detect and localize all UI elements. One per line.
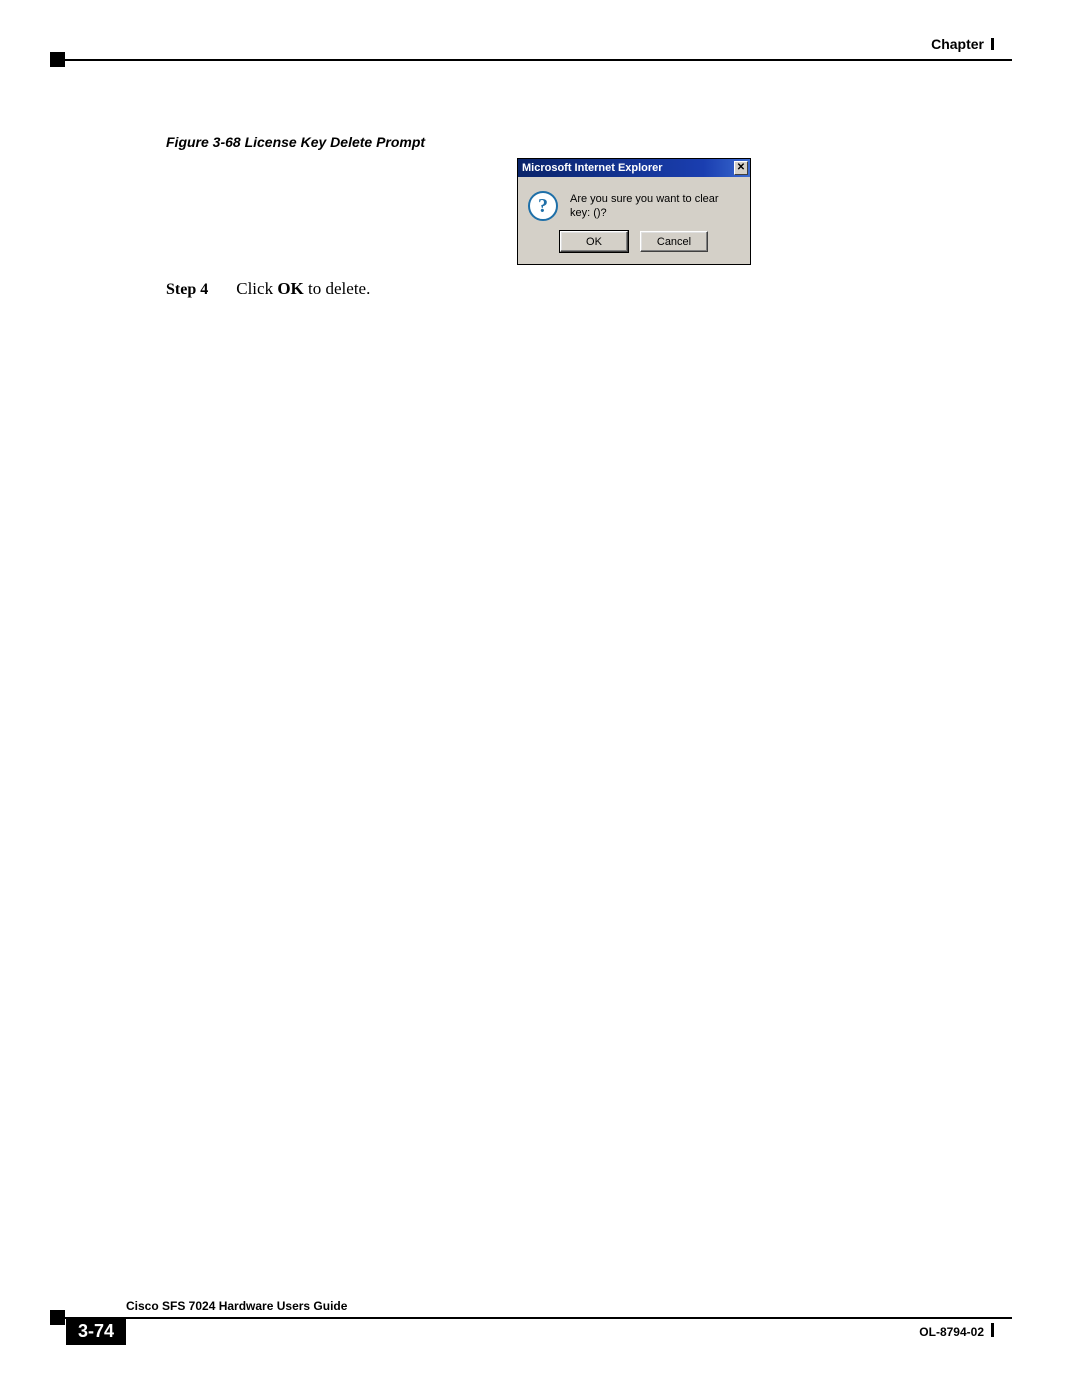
- header-corner-square: [50, 52, 65, 67]
- footer-tick-mark: [991, 1323, 994, 1337]
- dialog-title: Microsoft Internet Explorer: [522, 162, 663, 174]
- cancel-button[interactable]: Cancel: [640, 231, 708, 252]
- dialog-body: ? Are you sure you want to clear key: ()…: [518, 177, 750, 227]
- page-number: 3-74: [78, 1321, 114, 1342]
- footer-doc-id: OL-8794-02: [919, 1325, 984, 1339]
- cancel-button-label: Cancel: [657, 236, 691, 248]
- dialog-message: Are you sure you want to clear key: ()?: [570, 192, 740, 221]
- chapter-label: Chapter: [931, 36, 984, 52]
- ok-button[interactable]: OK: [560, 231, 628, 252]
- page-number-box: 3-74: [66, 1317, 126, 1345]
- header-tick-mark: [991, 38, 994, 50]
- dialog-close-button[interactable]: ✕: [734, 161, 748, 175]
- confirm-dialog: Microsoft Internet Explorer ✕ ? Are you …: [517, 158, 751, 265]
- footer-rule: [50, 1317, 1012, 1319]
- page-footer: Cisco SFS 7024 Hardware Users Guide 3-74…: [50, 1299, 1012, 1357]
- footer-corner-square: [50, 1310, 65, 1325]
- question-mark-glyph: ?: [538, 195, 548, 218]
- figure-caption: Figure 3-68 License Key Delete Prompt: [166, 134, 982, 150]
- close-icon: ✕: [737, 163, 745, 173]
- page-header: Chapter: [50, 36, 1012, 60]
- step-text: Click OK to delete.: [236, 279, 370, 299]
- question-icon: ?: [528, 191, 558, 221]
- step-text-bold: OK: [277, 279, 303, 298]
- step-row: Step 4 Click OK to delete.: [166, 279, 982, 299]
- step-label: Step 4: [166, 281, 208, 299]
- dialog-figure-wrap: Microsoft Internet Explorer ✕ ? Are you …: [286, 158, 982, 265]
- footer-guide-title: Cisco SFS 7024 Hardware Users Guide: [126, 1299, 347, 1313]
- step-text-suffix: to delete.: [304, 279, 371, 298]
- dialog-titlebar: Microsoft Internet Explorer ✕: [518, 159, 750, 177]
- step-text-prefix: Click: [236, 279, 277, 298]
- header-rule: [50, 59, 1012, 61]
- ok-button-label: OK: [586, 236, 602, 248]
- dialog-button-row: OK Cancel: [518, 227, 750, 264]
